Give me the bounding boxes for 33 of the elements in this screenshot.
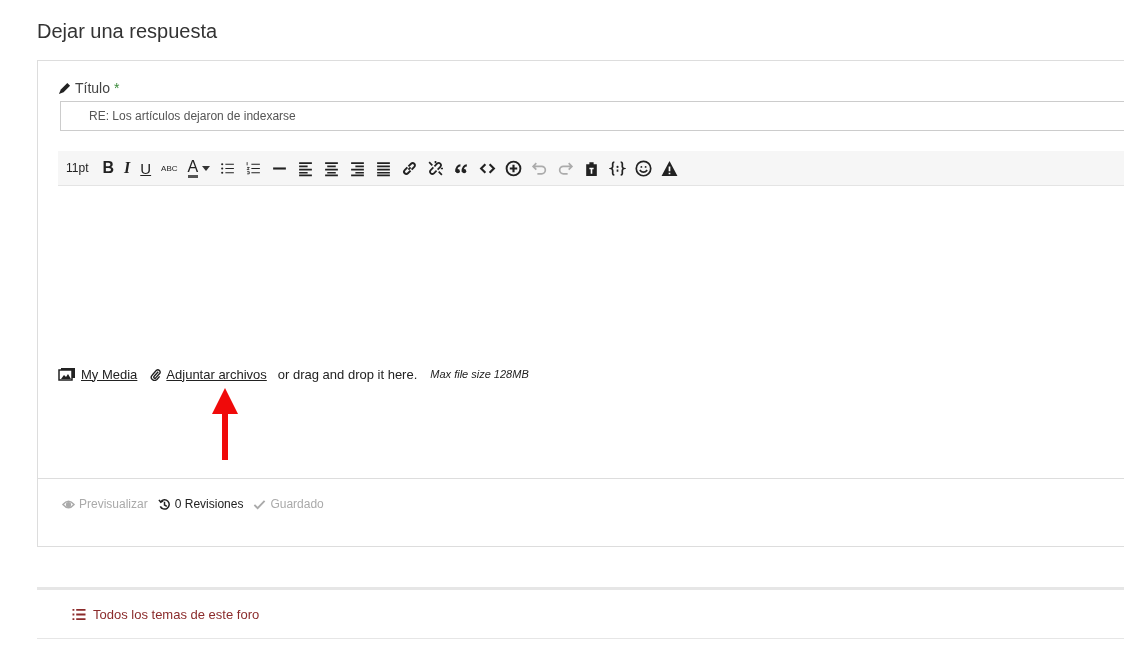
- align-right-icon[interactable]: [349, 159, 367, 177]
- revisions-action[interactable]: 0 Revisiones: [174, 497, 244, 511]
- max-file-size-note: Max file size 128MB: [430, 368, 529, 380]
- italic-button[interactable]: I: [124, 159, 131, 177]
- emoji-icon[interactable]: [635, 159, 653, 177]
- required-mark: *: [114, 80, 120, 96]
- insert-icon[interactable]: [505, 159, 523, 177]
- justify-icon[interactable]: [375, 159, 393, 177]
- paperclip-icon: [150, 367, 162, 381]
- bold-button[interactable]: B: [102, 159, 115, 177]
- caret-icon[interactable]: [202, 164, 211, 172]
- numbered-list-icon[interactable]: [245, 159, 263, 177]
- braces-icon[interactable]: [609, 159, 627, 177]
- all-topics-link[interactable]: Todos los temas de este foro: [93, 606, 260, 622]
- section-heading: Dejar una respuesta: [37, 19, 219, 44]
- align-center-icon[interactable]: [323, 159, 341, 177]
- drag-drop-hint: or drag and drop it here.: [277, 366, 418, 382]
- images-icon: [58, 367, 76, 381]
- unlink-icon[interactable]: [427, 159, 445, 177]
- warning-icon[interactable]: [661, 159, 679, 177]
- align-left-icon[interactable]: [297, 159, 315, 177]
- strikethrough-button[interactable]: ABC: [161, 163, 178, 173]
- list-icon: [71, 607, 87, 621]
- field-label: Título: [75, 80, 110, 96]
- underline-button[interactable]: U: [140, 159, 152, 177]
- font-size-button[interactable]: 11pt: [66, 161, 89, 175]
- attach-files-link[interactable]: Adjuntar archivos: [166, 366, 267, 382]
- pen-icon: [58, 81, 71, 95]
- link-icon[interactable]: [401, 159, 419, 177]
- text-color-button[interactable]: A: [187, 158, 199, 178]
- my-media-link[interactable]: My Media: [81, 366, 138, 382]
- history-icon: [157, 497, 171, 511]
- title-input-field[interactable]: RE: Los artículos dejaron de indexarse: [60, 101, 1124, 131]
